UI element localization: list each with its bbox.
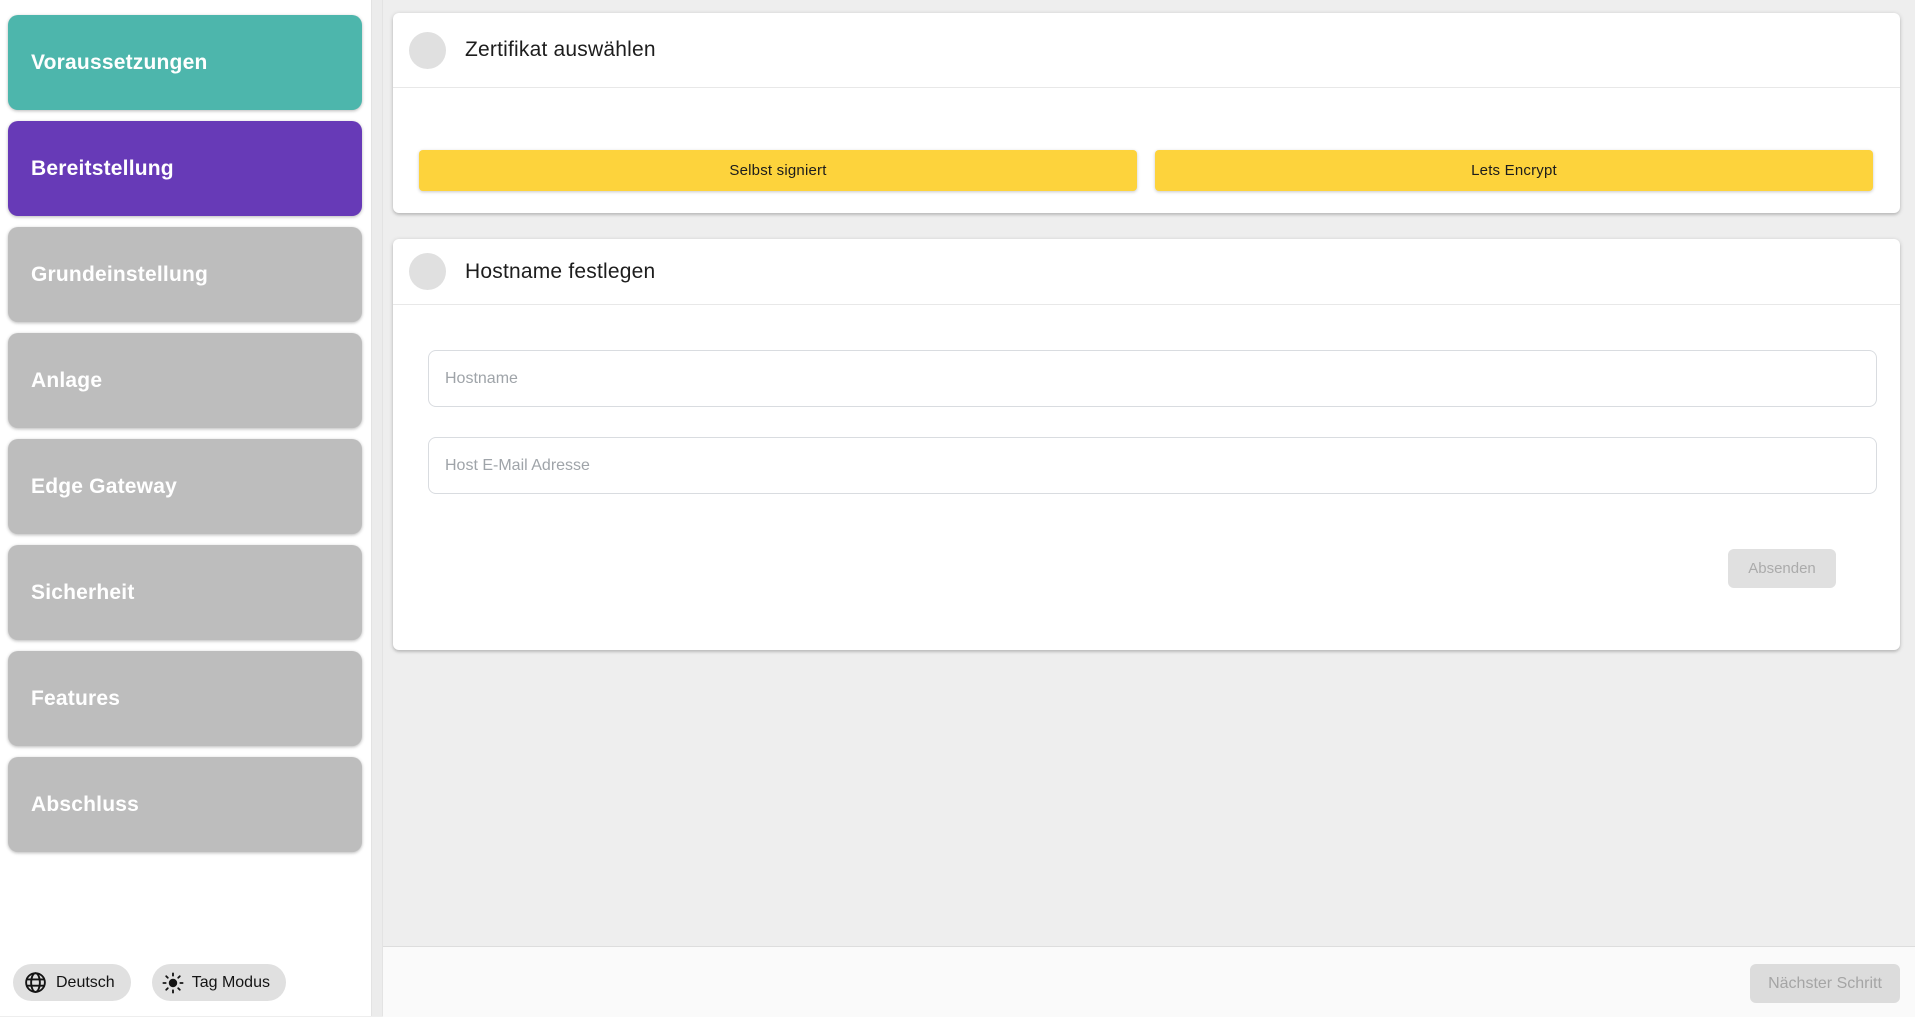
- sidebar-scrollbar[interactable]: [371, 0, 383, 1016]
- sidebar-item-label: Voraussetzungen: [31, 51, 207, 75]
- hostname-card-title: Hostname festlegen: [465, 260, 655, 284]
- sidebar-footer-chips: Deutsch Tag Mod: [13, 964, 286, 1001]
- host-email-input[interactable]: [428, 437, 1877, 494]
- step-circle-icon: [409, 253, 446, 290]
- wizard-footer-bar: Nächster Schritt: [383, 946, 1915, 1017]
- sidebar-item-label: Sicherheit: [31, 581, 135, 605]
- sidebar-item-label: Anlage: [31, 369, 102, 393]
- sidebar-item-label: Abschluss: [31, 793, 139, 817]
- hostname-form: Absenden: [393, 305, 1900, 588]
- sidebar-item-features[interactable]: Features: [8, 651, 362, 746]
- wizard-sidebar: Voraussetzungen Bereitstellung Grundeins…: [0, 0, 371, 1016]
- certificate-card-title: Zertifikat auswählen: [465, 38, 656, 62]
- self-signed-button[interactable]: Selbst signiert: [419, 150, 1137, 191]
- language-chip[interactable]: Deutsch: [13, 964, 131, 1001]
- hostname-input[interactable]: [428, 350, 1877, 407]
- certificate-card: Zertifikat auswählen Selbst signiert Let…: [393, 13, 1900, 213]
- sidebar-item-voraussetzungen[interactable]: Voraussetzungen: [8, 15, 362, 110]
- sidebar-item-sicherheit[interactable]: Sicherheit: [8, 545, 362, 640]
- next-step-button[interactable]: Nächster Schritt: [1750, 964, 1900, 1003]
- sidebar-item-bereitstellung[interactable]: Bereitstellung: [8, 121, 362, 216]
- hostname-card-header: Hostname festlegen: [393, 239, 1900, 305]
- sidebar-item-abschluss[interactable]: Abschluss: [8, 757, 362, 852]
- main-content: Zertifikat auswählen Selbst signiert Let…: [383, 0, 1915, 1016]
- globe-icon: [23, 970, 48, 995]
- sidebar-item-edge-gateway[interactable]: Edge Gateway: [8, 439, 362, 534]
- sun-icon: [162, 972, 184, 994]
- submit-row: Absenden: [428, 549, 1877, 588]
- theme-mode-chip-label: Tag Modus: [192, 974, 270, 992]
- sidebar-item-grundeinstellung[interactable]: Grundeinstellung: [8, 227, 362, 322]
- hostname-card: Hostname festlegen Absenden: [393, 239, 1900, 650]
- language-chip-label: Deutsch: [56, 974, 115, 992]
- sidebar-item-anlage[interactable]: Anlage: [8, 333, 362, 428]
- submit-button[interactable]: Absenden: [1728, 549, 1836, 588]
- certificate-card-header: Zertifikat auswählen: [393, 13, 1900, 88]
- sidebar-item-label: Grundeinstellung: [31, 263, 208, 287]
- theme-mode-chip[interactable]: Tag Modus: [152, 964, 286, 1001]
- step-circle-icon: [409, 32, 446, 69]
- sidebar-item-label: Bereitstellung: [31, 157, 174, 181]
- sidebar-item-label: Features: [31, 687, 120, 711]
- sidebar-item-label: Edge Gateway: [31, 475, 177, 499]
- lets-encrypt-button[interactable]: Lets Encrypt: [1155, 150, 1873, 191]
- certificate-options: Selbst signiert Lets Encrypt: [419, 150, 1873, 191]
